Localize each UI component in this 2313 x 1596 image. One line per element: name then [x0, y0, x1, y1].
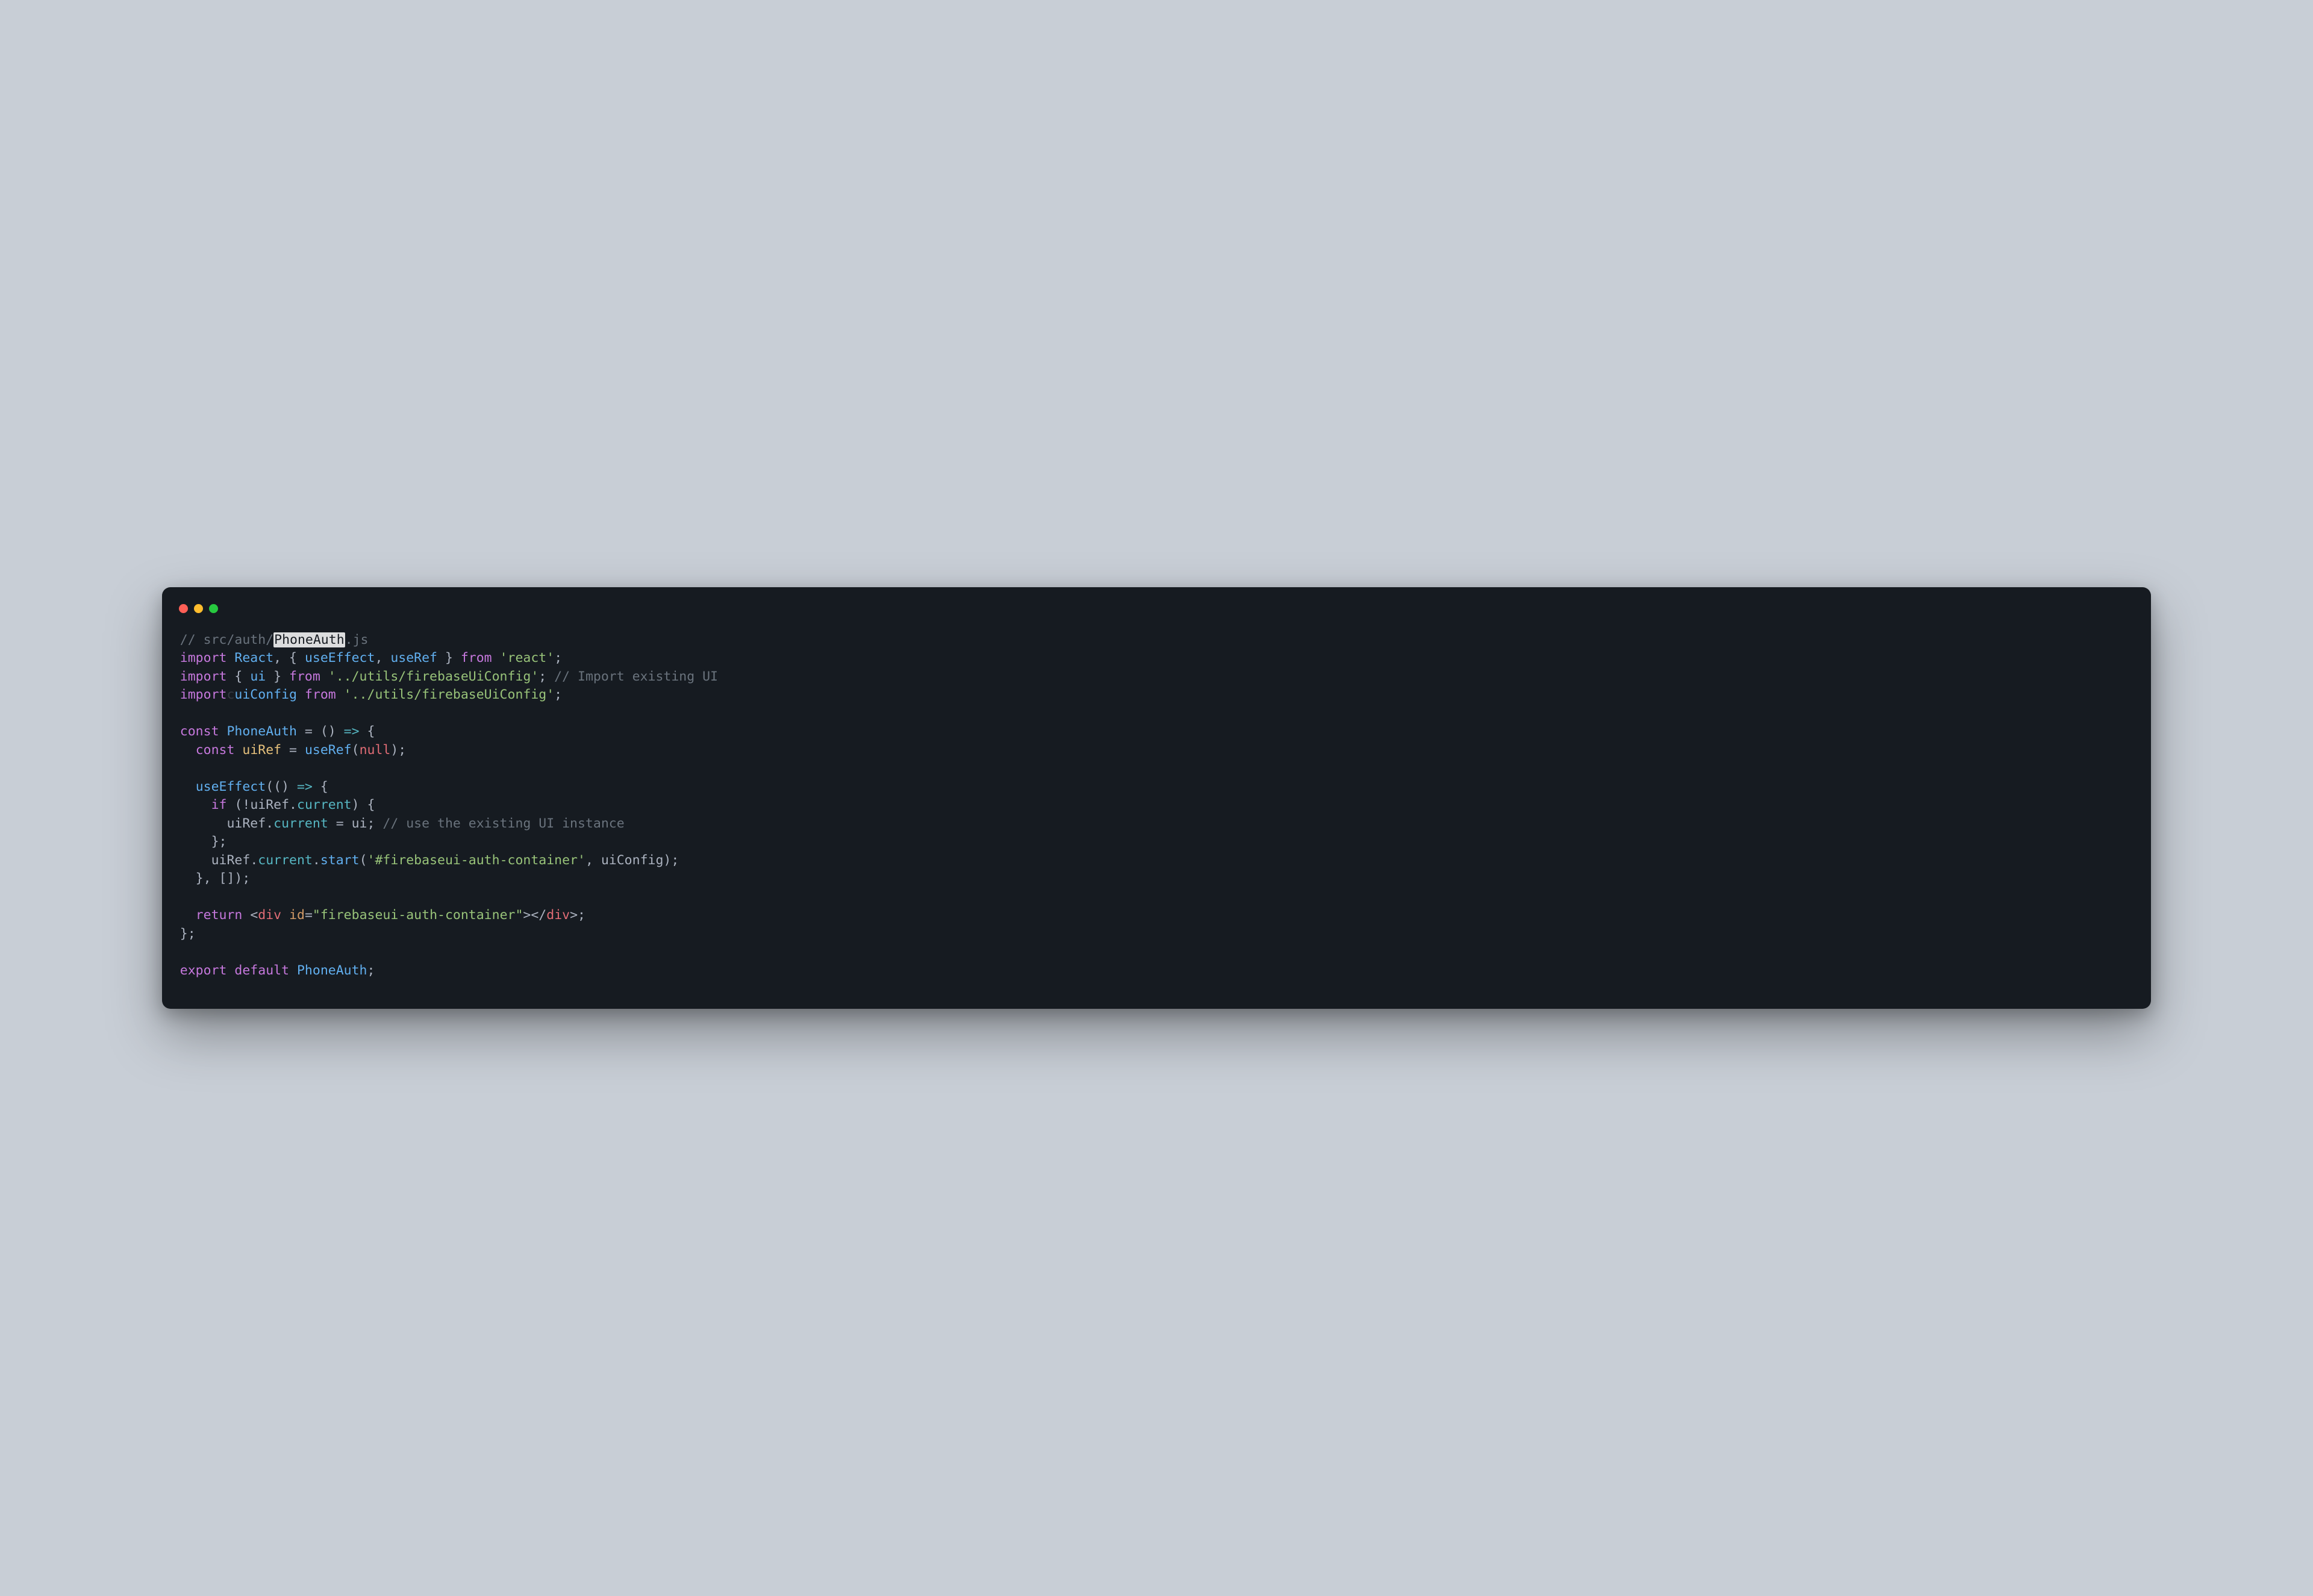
window-titlebar	[162, 604, 2151, 624]
kw-import: import	[180, 650, 227, 666]
editor-window: // src/auth/PhoneAuth.js import React, {…	[162, 587, 2151, 1009]
id-react: React	[234, 650, 273, 666]
minimize-icon[interactable]	[194, 604, 203, 613]
comment-use-existing: // use the existing UI instance	[382, 816, 624, 831]
id-useeffect: useEffect	[305, 650, 375, 666]
selection-highlight: PhoneAuth	[273, 632, 345, 647]
comment-import-ui: // Import existing UI	[554, 669, 718, 684]
comment-filepath: // src/auth/PhoneAuth.js	[180, 632, 369, 647]
id-phoneauth: PhoneAuth	[226, 724, 297, 739]
zoom-icon[interactable]	[209, 604, 218, 613]
id-useref: useRef	[390, 650, 437, 666]
code-block[interactable]: // src/auth/PhoneAuth.js import React, {…	[162, 624, 2151, 980]
close-icon[interactable]	[179, 604, 188, 613]
